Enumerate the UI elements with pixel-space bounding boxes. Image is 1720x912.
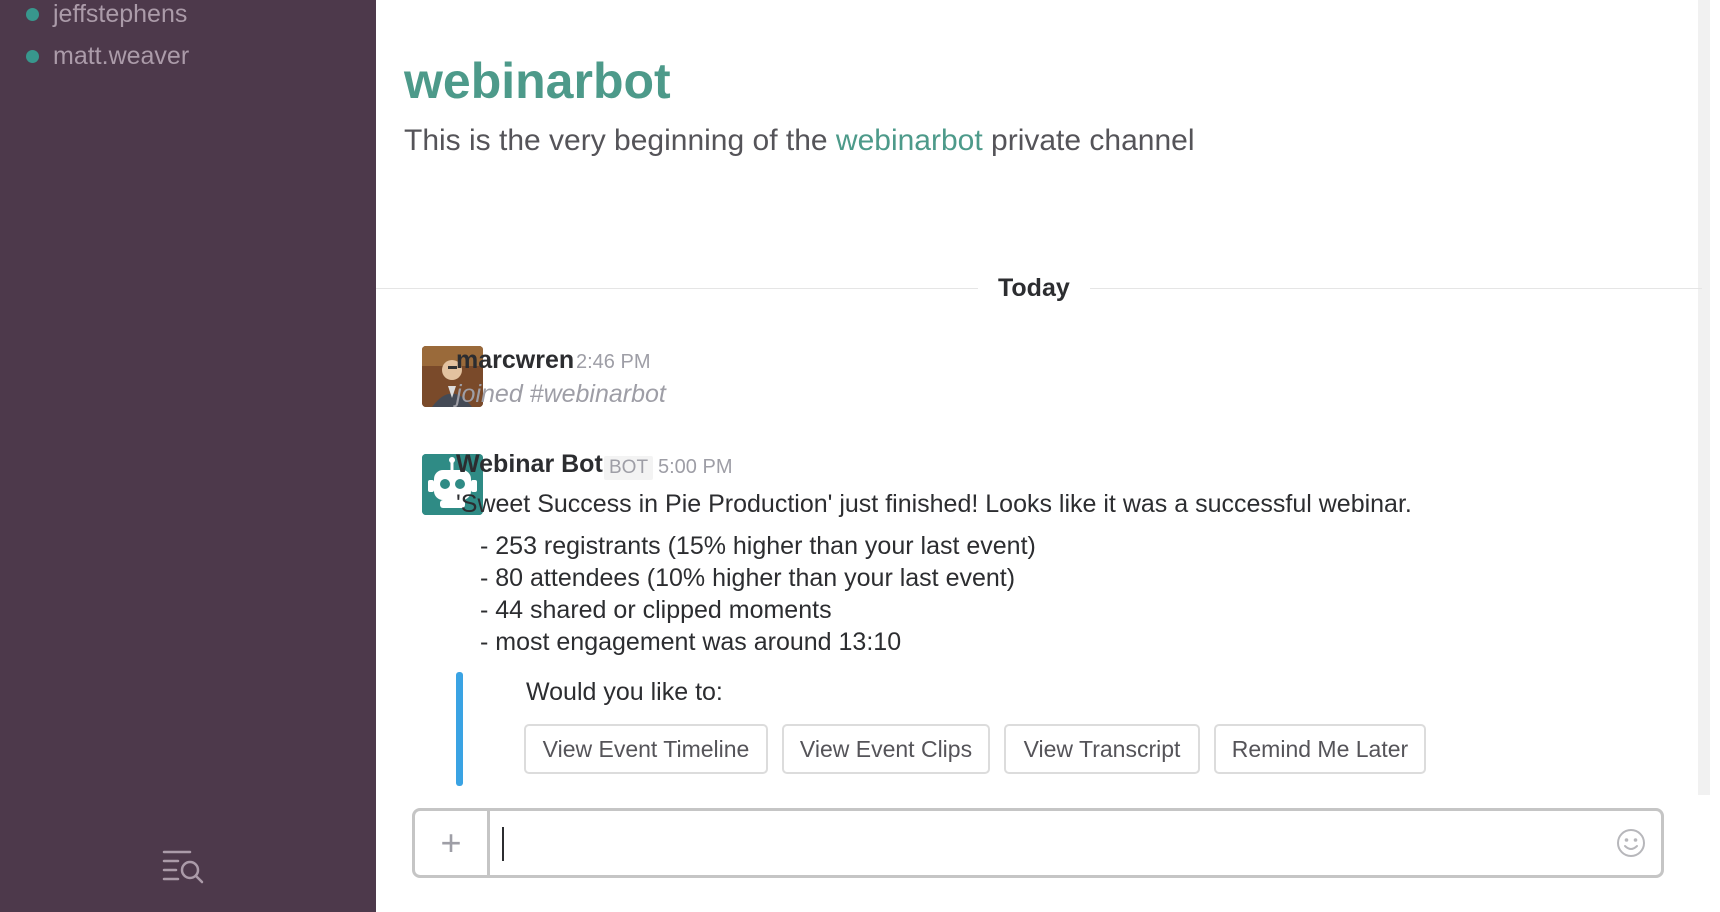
message-timestamp[interactable]: 5:00 PM [658, 456, 732, 479]
list-item: - most engagement was around 13:10 [480, 628, 902, 656]
message-composer: + [412, 808, 1664, 878]
remind-me-later-button[interactable]: Remind Me Later [1214, 724, 1426, 774]
channel-intro: This is the very beginning of the webina… [404, 124, 1195, 158]
online-status-icon [26, 49, 39, 63]
sidebar-dm-jeffstephens[interactable]: jeffstephens [22, 0, 187, 32]
scrollbar[interactable] [1698, 0, 1710, 795]
attachment-accent-bar [456, 672, 463, 786]
message-text: 'Sweet Success in Pie Production' just f… [456, 490, 1412, 518]
text-caret [502, 827, 504, 861]
message-pane: webinarbot This is the very beginning of… [376, 0, 1720, 912]
list-item: - 44 shared or clipped moments [480, 596, 832, 624]
day-divider: Today [376, 270, 1702, 306]
message-author[interactable]: Webinar Bot [456, 450, 603, 479]
channel-title: webinarbot [404, 53, 671, 109]
channel-intro-suffix: private channel [982, 124, 1195, 157]
sidebar: jeffstephens matt.weaver [0, 0, 376, 912]
stats-list: - 253 registrants (15% higher than your … [480, 530, 1036, 658]
sidebar-dm-matt-weaver[interactable]: matt.weaver [22, 38, 189, 74]
view-event-clips-button[interactable]: View Event Clips [782, 724, 990, 774]
add-file-button[interactable]: + [415, 811, 490, 875]
list-item: - 253 registrants (15% higher than your … [480, 532, 1036, 560]
message-input[interactable] [495, 817, 1599, 871]
online-status-icon [26, 7, 39, 21]
day-divider-label: Today [978, 270, 1090, 306]
search-list-icon[interactable] [160, 846, 206, 886]
channel-link[interactable]: webinarbot [836, 124, 983, 157]
message-timestamp[interactable]: 2:46 PM [576, 351, 650, 374]
list-item: - 80 attendees (10% higher than your las… [480, 564, 1016, 592]
bot-badge: BOT [604, 456, 654, 480]
message-author[interactable]: marcwren [456, 346, 574, 375]
sidebar-dm-label: jeffstephens [53, 0, 188, 28]
view-event-timeline-button[interactable]: View Event Timeline [524, 724, 768, 774]
channel-intro-prefix: This is the very beginning of the [404, 124, 836, 157]
message-text: joined #webinarbot [456, 380, 666, 408]
plus-icon: + [440, 822, 462, 863]
view-transcript-button[interactable]: View Transcript [1004, 724, 1200, 774]
sidebar-dm-label: matt.weaver [53, 41, 190, 70]
smiley-icon[interactable] [1615, 827, 1647, 859]
attachment-prompt: Would you like to: [526, 678, 723, 706]
